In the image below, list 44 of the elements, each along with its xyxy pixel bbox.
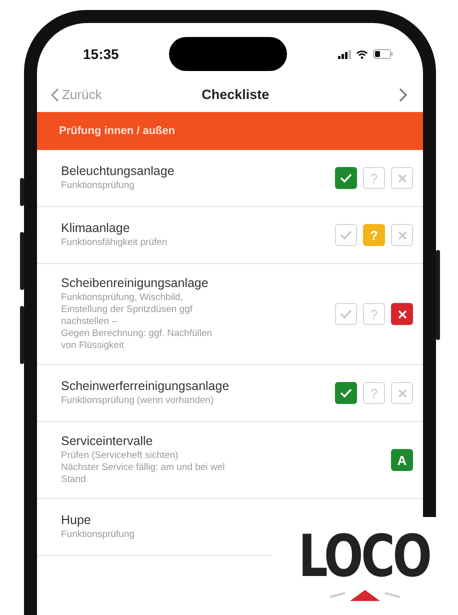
- item-title: Scheibenreinigungsanlage: [61, 276, 210, 290]
- close-icon: [398, 230, 406, 240]
- unclear-button[interactable]: ?: [363, 224, 385, 246]
- item-description: Funktionsprüfung: [61, 529, 136, 541]
- item-title: Hupe: [61, 513, 92, 527]
- back-button[interactable]: Zurück: [51, 87, 102, 102]
- battery-icon: [373, 49, 393, 59]
- unclear-button[interactable]: ?: [363, 167, 385, 189]
- unclear-button[interactable]: ?: [363, 382, 385, 404]
- close-icon: [398, 310, 406, 318]
- item-description: Nächster Service fällig: am und bei wel: [61, 462, 226, 474]
- fail-button[interactable]: [391, 303, 413, 325]
- chevron-right-icon[interactable]: [399, 88, 407, 102]
- ok-button[interactable]: [335, 167, 357, 189]
- logo-text: LOCO: [298, 525, 430, 587]
- close-icon: [398, 174, 406, 182]
- section-header: Prüfung innen / außen: [37, 112, 423, 150]
- item-description: Funktionsprüfung, Wischbild,: [61, 292, 184, 304]
- item-description: Prüfen (Serviceheft sichten): [61, 450, 180, 462]
- item-title: Beleuchtungsanlage: [61, 164, 176, 178]
- item-title: Scheinwerferreinigungsanlage: [61, 379, 230, 393]
- check-icon: [340, 173, 352, 183]
- item-description: Gegen Berechnung: ggf. Nachfüllen: [61, 328, 214, 340]
- unclear-button[interactable]: ?: [363, 303, 385, 325]
- check-icon: [340, 230, 352, 240]
- signal-icon: [338, 50, 351, 58]
- item-description: von Flüssigkeit: [61, 340, 125, 352]
- item-description: Funktionsprüfung: [61, 180, 136, 192]
- item-description: Stand: [61, 474, 87, 486]
- item-description: Einstellung der Spritzdüsen ggf: [61, 304, 194, 316]
- item-description: Funktionsfähigkeit prüfen: [61, 237, 168, 249]
- item-description: nachstellen –: [61, 316, 118, 328]
- check-icon: [340, 388, 352, 398]
- item-description: Funktionsprüfung (wenn vorhanden): [61, 395, 215, 407]
- wifi-icon: [356, 50, 368, 58]
- status-time: 15:35: [83, 46, 119, 62]
- item-title: Klimaanlage: [61, 221, 131, 235]
- check-icon: [340, 309, 352, 319]
- screen-title: Checkliste: [202, 87, 270, 102]
- close-icon: [398, 388, 406, 398]
- grade-button[interactable]: A: [391, 449, 413, 471]
- chevron-left-icon: [51, 88, 59, 102]
- ok-button[interactable]: [335, 382, 357, 404]
- item-title: Serviceintervalle: [61, 434, 154, 448]
